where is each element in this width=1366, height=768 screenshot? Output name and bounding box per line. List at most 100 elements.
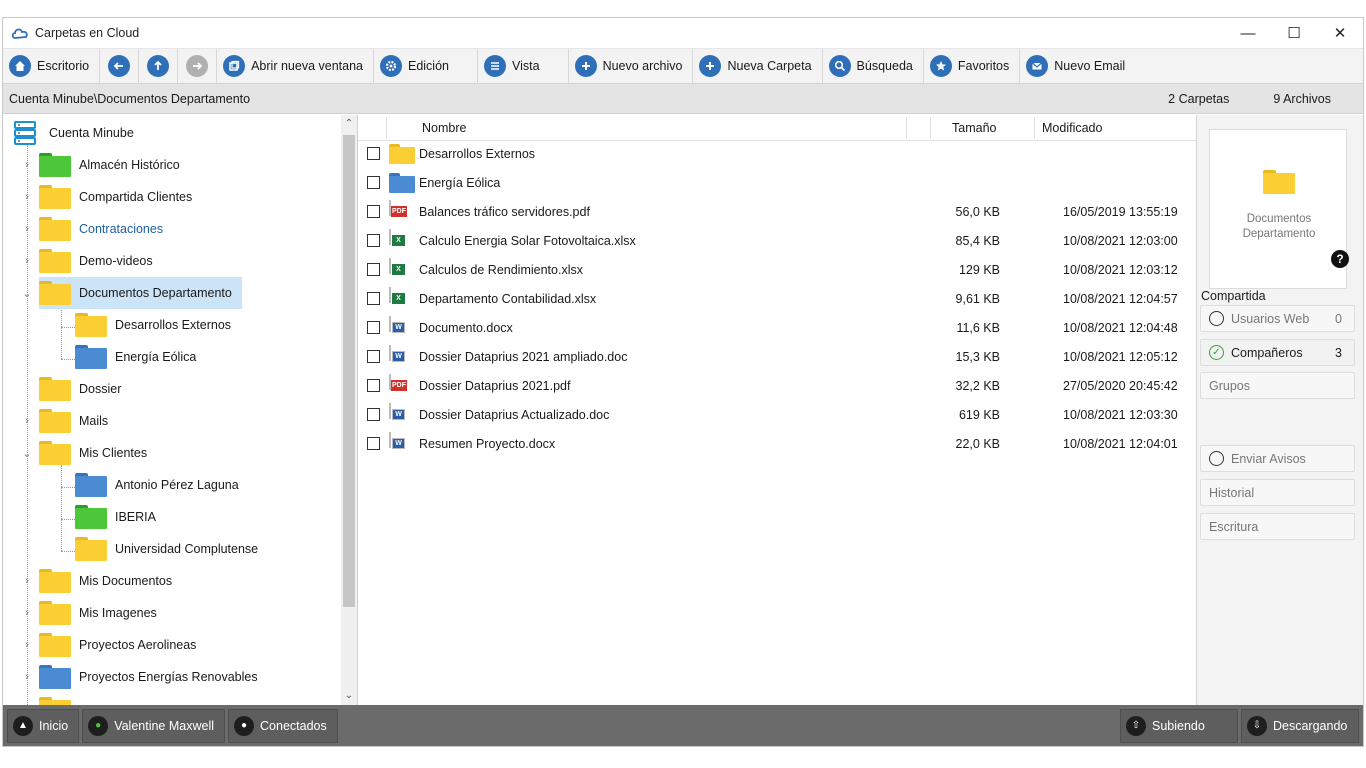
chevron-down-icon[interactable]: ⌄ xyxy=(21,287,33,300)
tree-item[interactable]: ⌄ Mis Clientes xyxy=(21,437,151,469)
tree-item[interactable]: › Proyectos Aerolineas xyxy=(21,629,200,661)
chevron-right-icon[interactable]: › xyxy=(21,607,33,619)
grupos-button[interactable]: Grupos xyxy=(1200,372,1355,399)
chevron-right-icon[interactable]: › xyxy=(21,575,33,587)
file-row[interactable]: X Departamento Contabilidad.xlsx 9,61 KB… xyxy=(358,284,1194,313)
scrollbar-thumb[interactable] xyxy=(343,135,355,607)
tree-item-selected[interactable]: ⌄ Documentos Departamento xyxy=(21,277,242,309)
file-row[interactable]: X Calculo Energia Solar Fotovoltaica.xls… xyxy=(358,226,1194,255)
row-checkbox[interactable] xyxy=(367,147,380,160)
gear-icon xyxy=(379,55,402,77)
up-button[interactable] xyxy=(139,49,179,83)
row-checkbox[interactable] xyxy=(367,321,380,334)
tree-item-partial xyxy=(39,693,75,705)
minimize-icon[interactable]: — xyxy=(1225,18,1271,48)
tree-root[interactable]: Cuenta Minube xyxy=(13,117,138,149)
file-row[interactable]: W Dossier Dataprius 2021 ampliado.doc 15… xyxy=(358,342,1194,371)
file-row[interactable]: W Dossier Dataprius Actualizado.doc 619 … xyxy=(358,400,1194,429)
close-icon[interactable]: ✕ xyxy=(1317,18,1363,48)
chevron-right-icon[interactable]: › xyxy=(21,639,33,651)
tree-item[interactable]: Dossier xyxy=(21,373,125,405)
tree-item[interactable]: Energía Eólica xyxy=(75,341,200,373)
row-checkbox[interactable] xyxy=(367,263,380,276)
inicio-button[interactable]: ▲ Inicio xyxy=(7,708,80,743)
escritura-button[interactable]: Escritura xyxy=(1200,513,1355,540)
folder-icon xyxy=(39,601,71,625)
chevron-down-icon[interactable]: ⌄ xyxy=(21,447,33,460)
file-row[interactable]: PDF Balances tráfico servidores.pdf 56,0… xyxy=(358,197,1194,226)
column-name[interactable]: Nombre xyxy=(422,121,466,135)
file-row[interactable]: Desarrollos Externos xyxy=(358,139,1194,168)
column-modified[interactable]: Modificado xyxy=(1042,121,1102,135)
busqueda-button[interactable]: Búsqueda xyxy=(823,49,924,83)
file-row[interactable]: PDF Dossier Dataprius 2021.pdf 32,2 KB 2… xyxy=(358,371,1194,400)
nueva-carpeta-button[interactable]: Nueva Carpeta xyxy=(693,49,823,83)
chevron-right-icon[interactable]: › xyxy=(21,415,33,427)
enviar-avisos-button[interactable]: Enviar Avisos xyxy=(1200,445,1355,472)
row-checkbox[interactable] xyxy=(367,176,380,189)
scroll-up-icon[interactable]: ⌃ xyxy=(341,115,357,133)
chevron-right-icon[interactable]: › xyxy=(21,255,33,267)
tree-item[interactable]: › Demo-videos xyxy=(21,245,157,277)
nuevo-email-button[interactable]: Nuevo Email xyxy=(1020,49,1135,83)
file-row[interactable]: X Calculos de Rendimiento.xlsx 129 KB 10… xyxy=(358,255,1194,284)
tree-item[interactable]: › Proyectos Energías Renovables xyxy=(21,661,262,693)
folder-icon xyxy=(39,249,71,273)
folder-tree: Cuenta Minube › Almacén Histórico › Comp… xyxy=(3,115,358,705)
chevron-right-icon[interactable]: › xyxy=(21,671,33,683)
tree-scrollbar[interactable]: ⌃ ⌄ xyxy=(341,115,357,705)
row-checkbox[interactable] xyxy=(367,408,380,421)
tree-item[interactable]: › Mis Imagenes xyxy=(21,597,161,629)
column-size[interactable]: Tamaño xyxy=(952,121,996,135)
back-button[interactable] xyxy=(100,49,140,83)
tree-item[interactable]: › Contrataciones xyxy=(21,213,167,245)
file-row[interactable]: Energía Eólica xyxy=(358,168,1194,197)
row-checkbox[interactable] xyxy=(367,205,380,218)
subiendo-button[interactable]: ⇧ Subiendo xyxy=(1120,708,1238,743)
toolbar: Escritorio Abrir nueva ventana Edición V… xyxy=(3,48,1363,84)
escritorio-button[interactable]: Escritorio xyxy=(3,49,101,83)
file-row[interactable]: W Resumen Proyecto.docx 22,0 KB 10/08/20… xyxy=(358,429,1194,458)
window-controls: — ☐ ✕ xyxy=(1225,18,1363,48)
tree-item[interactable]: Antonio Pérez Laguna xyxy=(75,469,243,501)
row-checkbox[interactable] xyxy=(367,350,380,363)
file-row[interactable]: W Documento.docx 11,6 KB 10/08/2021 12:0… xyxy=(358,313,1194,342)
folder-icon xyxy=(389,172,415,194)
row-checkbox[interactable] xyxy=(367,292,380,305)
edicion-button[interactable]: Edición xyxy=(374,49,478,83)
scroll-down-icon[interactable]: ⌄ xyxy=(341,687,357,705)
tree-item[interactable]: › Compartida Clientes xyxy=(21,181,196,213)
help-icon[interactable]: ? xyxy=(1331,250,1349,268)
arrow-left-icon xyxy=(108,55,131,77)
nuevo-archivo-button[interactable]: Nuevo archivo xyxy=(569,49,694,83)
row-checkbox[interactable] xyxy=(367,234,380,247)
circle-icon xyxy=(1209,451,1224,466)
tree-item[interactable]: Universidad Complutense xyxy=(75,533,262,565)
word-file-icon: W xyxy=(389,344,411,368)
user-button[interactable]: ● Valentine Maxwell xyxy=(82,708,226,743)
tree-item[interactable]: › Almacén Histórico xyxy=(21,149,184,181)
tree-item[interactable]: Desarrollos Externos xyxy=(75,309,235,341)
folder-icon xyxy=(39,569,71,593)
chevron-right-icon[interactable]: › xyxy=(21,223,33,235)
historial-button[interactable]: Historial xyxy=(1200,479,1355,506)
tree-item[interactable]: IBERIA xyxy=(75,501,160,533)
conectados-button[interactable]: ● Conectados xyxy=(228,708,338,743)
descargando-button[interactable]: ⇩ Descargando xyxy=(1241,708,1359,743)
folder-icon xyxy=(1263,170,1295,194)
favoritos-button[interactable]: Favoritos xyxy=(924,49,1021,83)
companeros-button[interactable]: ✓ Compañeros 3 xyxy=(1200,339,1355,366)
tree-item[interactable]: › Mis Documentos xyxy=(21,565,176,597)
row-checkbox[interactable] xyxy=(367,437,380,450)
abrir-ventana-button[interactable]: Abrir nueva ventana xyxy=(217,49,374,83)
chevron-right-icon[interactable]: › xyxy=(21,159,33,171)
forward-button[interactable] xyxy=(178,49,218,83)
chevron-right-icon[interactable]: › xyxy=(21,191,33,203)
usuarios-web-button[interactable]: Usuarios Web 0 xyxy=(1200,305,1355,332)
folder-icon xyxy=(39,217,71,241)
tree-item[interactable]: › Mails xyxy=(21,405,112,437)
row-checkbox[interactable] xyxy=(367,379,380,392)
folder-icon xyxy=(75,345,107,369)
maximize-icon[interactable]: ☐ xyxy=(1271,18,1317,48)
vista-button[interactable]: Vista xyxy=(478,49,569,83)
